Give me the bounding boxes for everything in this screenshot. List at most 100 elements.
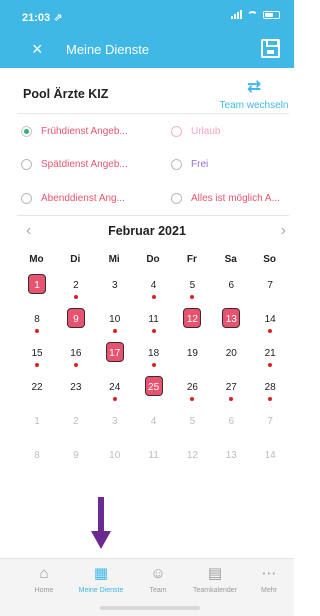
day-number: 12 xyxy=(186,450,198,461)
calendar-day[interactable]: 28 xyxy=(250,372,289,406)
home-icon: ⌂ xyxy=(39,565,49,582)
day-number: 17 xyxy=(109,348,121,359)
calendar-day[interactable]: 11 xyxy=(134,440,173,474)
calendar-day[interactable]: 21 xyxy=(250,338,289,372)
calendar-day[interactable]: 5 xyxy=(172,406,211,440)
day-number: 15 xyxy=(31,348,43,359)
calendar-week: 8 9 10 11 12 13 14 xyxy=(17,440,289,474)
day-number: 1 xyxy=(34,280,40,291)
more-icon: ⋯ xyxy=(261,565,277,582)
calendar-grid: 1 2 3 4 5 6 7 8 9 10 11 12 13 14 15 16 17 18 19 20 21 22 23 24 2… xyxy=(17,270,289,474)
day-number: 12 xyxy=(186,314,198,325)
tab-mehr[interactable]: ⋯ Mehr xyxy=(240,565,298,594)
calendar-day[interactable]: 18 xyxy=(134,338,173,372)
calendar-day[interactable]: 3 xyxy=(95,270,134,304)
calendar-day[interactable]: 8 xyxy=(17,304,56,338)
event-dot xyxy=(268,329,273,333)
swap-icon: ⇄ xyxy=(246,77,262,96)
page-title: Meine Dienste xyxy=(66,42,150,57)
calendar-day[interactable]: 7 xyxy=(250,270,289,304)
calendar-day[interactable]: 4 xyxy=(134,270,173,304)
calendar-day[interactable]: 14 xyxy=(250,440,289,474)
option-label: Spätdienst Angeb... xyxy=(41,159,128,170)
option-alles-moeglich[interactable]: Alles ist möglich A... xyxy=(171,193,280,204)
day-number: 27 xyxy=(225,382,237,393)
day-number: 9 xyxy=(73,450,79,461)
option-abenddienst[interactable]: Abenddienst Ang... xyxy=(21,193,125,204)
weekday-label: Fr xyxy=(186,254,197,265)
calendar-day[interactable]: 13 xyxy=(211,440,250,474)
calendar-day[interactable]: 6 xyxy=(211,406,250,440)
status-icons xyxy=(231,10,280,19)
event-dot xyxy=(268,363,273,367)
calendar-day[interactable]: 24 xyxy=(95,372,134,406)
option-urlaub[interactable]: Urlaub xyxy=(171,126,220,137)
calendar-day[interactable]: 25 xyxy=(134,372,173,406)
calendar-week: 1 2 3 4 5 6 7 xyxy=(17,270,289,304)
calendar-day[interactable]: 1 xyxy=(17,406,56,440)
save-icon[interactable] xyxy=(261,39,280,58)
tab-team[interactable]: ☺ Team xyxy=(129,565,187,594)
option-spaetdienst[interactable]: Spätdienst Angeb... xyxy=(21,159,128,170)
day-number: 4 xyxy=(150,416,157,427)
calendar-day[interactable]: 7 xyxy=(250,406,289,440)
team-switch-button[interactable]: ⇄ Team wechseln xyxy=(214,77,294,112)
event-dot xyxy=(35,363,39,367)
calendar-day[interactable]: 14 xyxy=(250,304,289,338)
day-number: 28 xyxy=(264,382,276,393)
calendar-day[interactable]: 22 xyxy=(17,372,56,406)
event-dot xyxy=(112,397,117,401)
calendar-day[interactable]: 9 xyxy=(56,440,95,474)
event-dot xyxy=(229,397,234,401)
option-frei[interactable]: Frei xyxy=(171,159,208,170)
calendar-day[interactable]: 12 xyxy=(172,440,211,474)
tab-label: Home xyxy=(34,587,54,594)
calendar-day[interactable]: 4 xyxy=(134,406,173,440)
calendar-day[interactable]: 2 xyxy=(56,406,95,440)
calendar-day[interactable]: 19 xyxy=(172,338,211,372)
calendar-day[interactable]: 9 xyxy=(56,304,95,338)
home-indicator xyxy=(100,606,200,610)
day-number: 25 xyxy=(148,382,160,393)
calendar-day[interactable]: 3 xyxy=(95,406,134,440)
tab-meine-dienste[interactable]: ▦ Meine Dienste xyxy=(72,565,130,594)
tab-home[interactable]: ⌂ Home xyxy=(15,565,73,594)
radio-icon xyxy=(21,159,32,170)
calendar-day[interactable]: 16 xyxy=(56,338,95,372)
calendar-day[interactable]: 10 xyxy=(95,304,134,338)
weekday-label: Mo xyxy=(29,254,44,265)
calendar-day[interactable]: 6 xyxy=(211,270,250,304)
option-fruehdienst[interactable]: Frühdienst Angeb... xyxy=(21,126,128,137)
calendar-day[interactable]: 20 xyxy=(211,338,250,372)
close-icon[interactable]: × xyxy=(32,38,43,60)
month-label: Februar 2021 xyxy=(108,224,186,238)
radio-icon xyxy=(21,126,32,137)
calendar-day[interactable]: 2 xyxy=(56,270,95,304)
calendar-day[interactable]: 17 xyxy=(95,338,134,372)
app-bar: × Meine Dienste xyxy=(0,30,294,68)
calendar-day[interactable]: 12 xyxy=(172,304,211,338)
calendar-day[interactable]: 27 xyxy=(211,372,250,406)
event-dot xyxy=(151,295,156,299)
tab-label: Meine Dienste xyxy=(78,587,124,594)
day-number: 4 xyxy=(150,280,157,291)
day-number: 10 xyxy=(109,314,121,325)
chevron-right-icon[interactable]: › xyxy=(281,222,286,240)
day-number: 21 xyxy=(264,348,276,359)
calendar-day[interactable]: 1 xyxy=(17,270,56,304)
team-switch-label: Team wechseln xyxy=(219,100,289,111)
calendar-day[interactable]: 8 xyxy=(17,440,56,474)
option-label: Abenddienst Ang... xyxy=(41,193,125,204)
status-bar: 21:03 ⇗ xyxy=(0,0,294,30)
calendar-day[interactable]: 11 xyxy=(134,304,173,338)
calendar-day[interactable]: 26 xyxy=(172,372,211,406)
event-dot xyxy=(190,397,195,401)
calendar-day[interactable]: 10 xyxy=(95,440,134,474)
day-number: 8 xyxy=(34,450,40,461)
calendar-day[interactable]: 23 xyxy=(56,372,95,406)
calendar-day[interactable]: 13 xyxy=(211,304,250,338)
calendar-day[interactable]: 5 xyxy=(172,270,211,304)
event-dot xyxy=(35,329,39,333)
calendar-day[interactable]: 15 xyxy=(17,338,56,372)
tab-teamkalender[interactable]: ▤ Teamkalender xyxy=(186,565,244,594)
